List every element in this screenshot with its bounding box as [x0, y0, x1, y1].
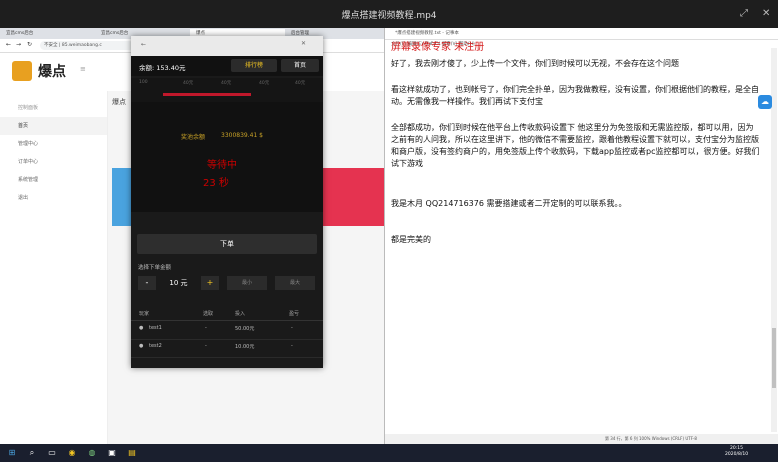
fullscreen-icon[interactable]: ⤢ [740, 8, 748, 19]
back-icon[interactable]: ← [6, 41, 11, 48]
amount-label: 选择下单金额 [138, 265, 172, 271]
back-icon[interactable]: ← [141, 41, 146, 48]
logo-icon [12, 61, 32, 81]
bet-number: 40元 [221, 81, 232, 86]
popup-header: 余额: 153.40元 排行榜 首页 [131, 56, 323, 76]
task-view-icon[interactable]: ▭ [46, 447, 58, 459]
player-pick: - [205, 343, 207, 349]
folder-icon[interactable]: ▤ [126, 447, 138, 459]
player-title-bar: 爆点搭建视频教程.mp4 ⤢ ✕ [0, 0, 778, 28]
forward-icon[interactable]: → [16, 41, 21, 48]
bet-number: 100 [139, 80, 148, 85]
progress-bar [163, 93, 251, 96]
increase-button[interactable]: + [201, 276, 219, 290]
wait-countdown: 23 秒 [203, 178, 229, 189]
table-row: ● test2 - 10.00元 - [131, 339, 323, 358]
player-profit: - [291, 343, 293, 349]
min-button[interactable]: 最小 [227, 276, 267, 290]
popup-chrome: ← ✕ [131, 36, 323, 56]
browser-window: 宜昌cms后台 宜昌cms后台 爆点 后台管理 ← → ↻ 不安全 | 85.w… [0, 28, 385, 444]
wait-status: 等待中 [207, 160, 237, 171]
clock[interactable]: 20:15 2020/8/10 [725, 446, 748, 458]
bet-number: 40元 [183, 81, 194, 86]
logo-text: 爆点 [38, 64, 66, 80]
amount-value[interactable]: 10 元 [156, 276, 201, 290]
order-button[interactable]: 下单 [137, 234, 317, 254]
bet-numbers: 100 40元 40元 40元 40元 [131, 78, 323, 102]
table-row: ● test1 - 50.00元 - [131, 321, 323, 340]
video-frame: 宜昌cms后台 宜昌cms后台 爆点 后台管理 ← → ↻ 不安全 | 85.w… [0, 28, 778, 444]
paragraph: 都是完美的 [391, 235, 431, 244]
reload-icon[interactable]: ↻ [27, 41, 32, 48]
player-pick: - [205, 325, 207, 331]
clock-date: 2020/8/10 [725, 452, 749, 457]
bet-number: 40元 [295, 81, 306, 86]
player-profit: - [291, 325, 293, 331]
paragraph: 好了，我去刚才傻了，少上传一个文件，你们到时候可以无视，不会存在这个问题 [391, 59, 679, 68]
column-header: 选取 [203, 311, 214, 317]
sidebar-item-home[interactable]: 首页 [0, 117, 107, 135]
sidebar-item-orders[interactable]: 订单中心 [0, 153, 107, 171]
chrome-icon[interactable]: ◉ [66, 447, 78, 459]
main-label: 爆点 [112, 98, 126, 106]
sidebar-item-system[interactable]: 系统管理 [0, 171, 107, 189]
player-stake: 10.00元 [235, 344, 255, 350]
paragraph: 全部都成功，你们到时候在他平台上传收款码设置下 他这里分为免签版和无需监控版，都… [391, 123, 760, 168]
close-icon[interactable]: ✕ [762, 8, 770, 19]
banner-accent [112, 168, 132, 226]
pool-value: 3300839.41 $ [221, 132, 263, 139]
watermark: 屏幕录像专家 未注册 [391, 42, 485, 53]
wechat-icon[interactable]: ◍ [86, 447, 98, 459]
cloud-icon[interactable]: ☁ [758, 95, 772, 109]
sidebar: 控制面板 首页 管理中心 订单中心 系统管理 退出 [0, 91, 108, 444]
column-header: 玩家 [139, 311, 150, 317]
windows-start-icon[interactable]: ⊞ [6, 447, 18, 459]
status-bar: 第 34 行，第 6 列 100% Windows (CRLF) UTF-8 [385, 434, 778, 444]
game-popup-window: ← ✕ 余额: 153.40元 排行榜 首页 100 40元 40元 40元 4… [131, 36, 323, 368]
home-button[interactable]: 首页 [281, 59, 319, 72]
avatar-icon: ● [139, 325, 144, 331]
pool-label: 奖池余额 [181, 134, 206, 141]
avatar-icon: ● [139, 343, 144, 349]
column-header: 投入 [235, 311, 246, 317]
sidebar-item-manage[interactable]: 管理中心 [0, 135, 107, 153]
max-button[interactable]: 最大 [275, 276, 315, 290]
sidebar-section-label: 控制面板 [18, 105, 39, 111]
balance-text: 余额: 153.40元 [139, 64, 186, 72]
app-icon[interactable]: ▣ [106, 447, 118, 459]
scrollbar-thumb[interactable] [772, 328, 776, 388]
status-text: 第 34 行，第 6 列 100% Windows (CRLF) UTF-8 [605, 436, 697, 441]
player-name: test1 [149, 325, 162, 331]
search-icon[interactable]: ⌕ [26, 447, 38, 459]
sidebar-item-logout[interactable]: 退出 [0, 189, 107, 207]
player-stake: 50.00元 [235, 326, 255, 332]
rank-button[interactable]: 排行榜 [231, 59, 277, 72]
player-name: test2 [149, 343, 162, 349]
address-bar[interactable]: 不安全 | 85.weimaobang.c [40, 41, 134, 50]
bet-number: 40元 [259, 81, 270, 86]
tab-1[interactable]: 宜昌cms后台 [0, 29, 95, 39]
column-header: 盈亏 [289, 311, 300, 317]
video-title: 爆点搭建视频教程.mp4 [341, 11, 437, 21]
decrease-button[interactable]: - [138, 276, 156, 290]
close-icon[interactable]: ✕ [301, 40, 306, 47]
paragraph: 我是木月 QQ214716376 需要搭建或者二开定制的可以联系我。。 [391, 199, 627, 208]
paragraph: 看这样就成功了，也到帐号了，你们完全扑单，因为我做教程，没有设置，你们根据他们的… [391, 85, 759, 106]
menu-toggle-icon[interactable]: ≡ [80, 65, 86, 73]
game-area: 奖池余额 3300839.41 $ 等待中 23 秒 [131, 102, 323, 212]
taskbar: ⊞ ⌕ ▭ ◉ ◍ ▣ ▤ 20:15 2020/8/10 [0, 444, 778, 462]
player-table-header: 玩家 选取 投入 盈亏 [131, 306, 323, 321]
notepad-window: *爆点搭建视频教程.txt - 记事本 文件(F) 编辑(E) 格式(O) 查看… [385, 28, 778, 444]
